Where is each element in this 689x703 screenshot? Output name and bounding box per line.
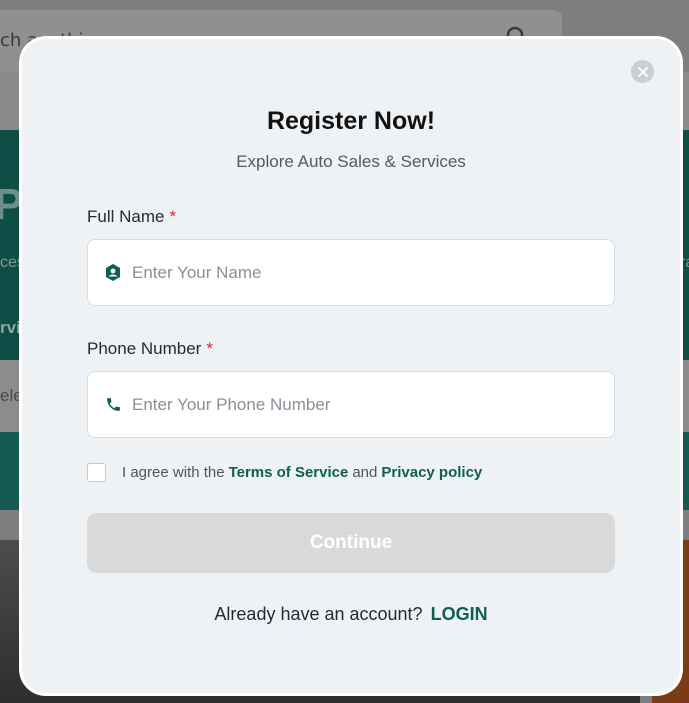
full-name-label-text: Full Name bbox=[87, 207, 165, 226]
background-select-text: ele bbox=[0, 386, 23, 405]
agreement-row: I agree with the Terms of Service and Pr… bbox=[87, 463, 482, 482]
full-name-input[interactable] bbox=[132, 262, 592, 283]
background-hero-text-right: ra bbox=[680, 254, 689, 271]
close-icon bbox=[637, 66, 648, 77]
agree-text: I agree with the bbox=[122, 464, 225, 481]
login-prompt: Already have an account? bbox=[214, 604, 423, 624]
phone-input[interactable] bbox=[132, 394, 592, 415]
privacy-link[interactable]: Privacy policy bbox=[381, 464, 482, 481]
continue-button[interactable]: Continue bbox=[87, 513, 615, 573]
terms-link[interactable]: Terms of Service bbox=[229, 464, 349, 481]
phone-label: Phone Number * bbox=[87, 339, 213, 359]
required-mark: * bbox=[169, 207, 177, 226]
user-icon bbox=[104, 264, 122, 282]
register-modal: Register Now! Explore Auto Sales & Servi… bbox=[22, 39, 680, 693]
phone-field[interactable] bbox=[87, 371, 615, 438]
modal-title: Register Now! bbox=[266, 107, 436, 135]
login-link[interactable]: LOGIN bbox=[431, 604, 488, 624]
login-row: Already have an account? LOGIN bbox=[22, 604, 680, 625]
phone-icon bbox=[104, 396, 122, 414]
agree-checkbox[interactable] bbox=[87, 463, 106, 482]
modal-subtitle: Explore Auto Sales & Services bbox=[236, 152, 466, 171]
agree-and: and bbox=[352, 464, 378, 481]
close-button[interactable] bbox=[631, 60, 654, 83]
phone-label-text: Phone Number bbox=[87, 339, 202, 358]
required-mark: * bbox=[206, 339, 213, 358]
full-name-label: Full Name * bbox=[87, 207, 176, 227]
full-name-field[interactable] bbox=[87, 239, 615, 306]
